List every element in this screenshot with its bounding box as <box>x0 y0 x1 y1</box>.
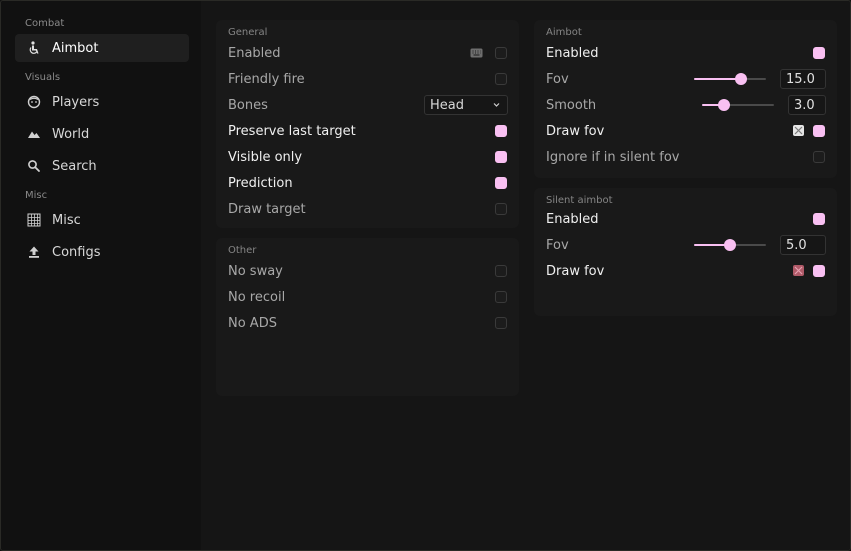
row-label: No ADS <box>228 315 277 331</box>
silent-fov-value[interactable]: 5.0 <box>780 235 826 255</box>
silent-enabled-row: Enabled <box>546 206 599 232</box>
row-label: Ignore if in silent fov <box>546 149 680 165</box>
panel-title: Silent aimbot <box>546 195 613 206</box>
keyboard-icon[interactable] <box>470 48 483 58</box>
person-icon <box>27 41 41 55</box>
search-icon <box>27 159 41 173</box>
draw-target-row: Draw target <box>228 196 306 222</box>
sidebar-section-combat: Combat <box>25 18 65 29</box>
row-label: Smooth <box>546 97 597 113</box>
sidebar-item-label: Players <box>52 94 100 110</box>
preserve-last-target-row: Preserve last target <box>228 118 356 144</box>
grid-icon <box>27 213 41 227</box>
general-panel: General Enabled Friendly fire Bones Head <box>216 20 519 228</box>
sidebar-item-world[interactable]: World <box>15 120 189 148</box>
row-label: Fov <box>546 237 569 253</box>
panel-title: General <box>228 27 268 38</box>
row-label: Enabled <box>546 211 599 227</box>
aimbot-draw-fov-checkbox[interactable] <box>813 125 825 137</box>
sidebar-item-label: World <box>52 126 90 142</box>
face-icon <box>27 95 41 109</box>
app-window: Combat Aimbot Visuals Players World Sear… <box>0 0 851 551</box>
preserve-last-target-checkbox[interactable] <box>495 125 507 137</box>
prediction-checkbox[interactable] <box>495 177 507 189</box>
row-label: No recoil <box>228 289 286 305</box>
silent-draw-fov-checkbox[interactable] <box>813 265 825 277</box>
aimbot-panel: Aimbot Enabled Fov 15.0 Smooth 3.0 Draw … <box>534 20 837 178</box>
visible-only-checkbox[interactable] <box>495 151 507 163</box>
aimbot-draw-fov-row: Draw fov <box>546 118 604 144</box>
friendly-fire-checkbox[interactable] <box>495 73 507 85</box>
sidebar-item-label: Search <box>52 158 97 174</box>
aimbot-enabled-row: Enabled <box>546 40 599 66</box>
sidebar: Combat Aimbot Visuals Players World Sear… <box>1 1 201 550</box>
sidebar-item-aimbot[interactable]: Aimbot <box>15 34 189 62</box>
sidebar-item-players[interactable]: Players <box>15 88 189 116</box>
no-ads-row: No ADS <box>228 310 277 336</box>
bones-row: Bones <box>228 92 268 118</box>
row-label: Fov <box>546 71 569 87</box>
no-sway-row: No sway <box>228 258 283 284</box>
no-recoil-row: No recoil <box>228 284 285 310</box>
ignore-silent-fov-row: Ignore if in silent fov <box>546 144 679 170</box>
row-label: Prediction <box>228 175 293 191</box>
aimbot-fov-row: Fov <box>546 66 569 92</box>
aimbot-fov-slider[interactable] <box>694 73 766 85</box>
aimbot-fov-value[interactable]: 15.0 <box>780 69 826 89</box>
bones-dropdown[interactable]: Head <box>424 95 508 115</box>
row-label: Draw target <box>228 201 306 217</box>
ignore-silent-fov-checkbox[interactable] <box>813 151 825 163</box>
silent-draw-fov-row: Draw fov <box>546 258 604 284</box>
draw-target-checkbox[interactable] <box>495 203 507 215</box>
sidebar-item-label: Misc <box>52 212 81 228</box>
visible-only-row: Visible only <box>228 144 302 170</box>
row-label: Friendly fire <box>228 71 305 87</box>
row-label: Bones <box>228 97 268 113</box>
aimbot-smooth-value[interactable]: 3.0 <box>788 95 826 115</box>
general-enabled-row: Enabled <box>228 40 281 66</box>
row-label: Enabled <box>546 45 599 61</box>
row-label: Preserve last target <box>228 123 356 139</box>
friendly-fire-row: Friendly fire <box>228 66 305 92</box>
row-label: Enabled <box>228 45 281 61</box>
mountain-icon <box>27 127 41 141</box>
no-recoil-checkbox[interactable] <box>495 291 507 303</box>
upload-icon <box>27 245 41 259</box>
silent-fov-row: Fov <box>546 232 569 258</box>
panel-title: Other <box>228 245 257 256</box>
row-label: Visible only <box>228 149 303 165</box>
prediction-row: Prediction <box>228 170 293 196</box>
no-ads-checkbox[interactable] <box>495 317 507 329</box>
silent-enabled-checkbox[interactable] <box>813 213 825 225</box>
row-label: Draw fov <box>546 263 605 279</box>
sidebar-item-search[interactable]: Search <box>15 152 189 180</box>
silent-fov-slider[interactable] <box>694 239 766 251</box>
draw-fov-color-swatch[interactable] <box>793 125 804 136</box>
sidebar-item-misc[interactable]: Misc <box>15 206 189 234</box>
no-sway-checkbox[interactable] <box>495 265 507 277</box>
general-enabled-checkbox[interactable] <box>495 47 507 59</box>
aimbot-smooth-row: Smooth <box>546 92 596 118</box>
sidebar-section-visuals: Visuals <box>25 72 61 83</box>
sidebar-item-label: Configs <box>52 244 101 260</box>
sidebar-item-configs[interactable]: Configs <box>15 238 189 266</box>
row-label: No sway <box>228 263 283 279</box>
chevron-down-icon <box>493 103 500 107</box>
aimbot-smooth-slider[interactable] <box>702 99 774 111</box>
row-label: Draw fov <box>546 123 605 139</box>
other-panel: Other No sway No recoil No ADS <box>216 238 519 396</box>
sidebar-section-misc: Misc <box>25 190 48 201</box>
silent-draw-fov-color-swatch[interactable] <box>793 265 804 276</box>
bones-value: Head <box>430 97 464 113</box>
panel-title: Aimbot <box>546 27 582 38</box>
silent-aimbot-panel: Silent aimbot Enabled Fov 5.0 Draw fov <box>534 188 837 316</box>
sidebar-item-label: Aimbot <box>52 40 99 56</box>
aimbot-enabled-checkbox[interactable] <box>813 47 825 59</box>
main-content: General Enabled Friendly fire Bones Head <box>201 1 850 550</box>
